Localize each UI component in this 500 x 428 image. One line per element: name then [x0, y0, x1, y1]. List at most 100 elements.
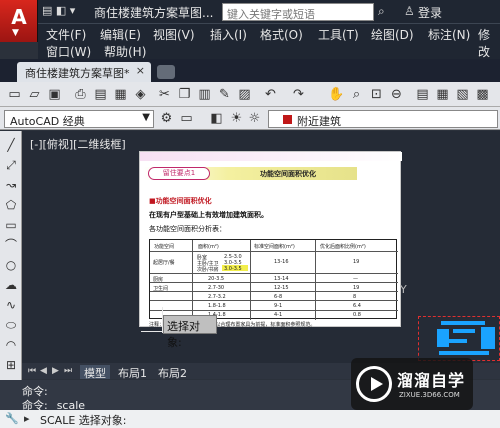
table-cell: 6.4 [353, 303, 361, 309]
table-cell: 13-14 [274, 276, 289, 282]
wrench-icon[interactable]: 🔧 [5, 412, 19, 425]
zoom-realtime-icon[interactable]: ⌕ [348, 86, 365, 103]
workspace-value: AutoCAD 经典 [10, 115, 85, 128]
new-tab-button[interactable] [157, 65, 175, 79]
standard-toolbar: ▭ ▱ ▣ ⎙ ▤ ▦ ◈ ✂ ❐ ▥ ✎ ▨ ↶ ↷ ✋ ⌕ ⊡ ⊖ ▤ ▦ … [0, 82, 500, 107]
chevron-down-icon: ▼ [12, 28, 19, 38]
properties-icon[interactable]: ▤ [414, 86, 431, 103]
insert-block-icon[interactable]: ⊞ [3, 357, 19, 373]
watermark: 溜溜自学 ZIXUE.3D66.COM [351, 358, 473, 410]
match-properties-icon[interactable]: ✎ [216, 86, 233, 103]
table-row-label: 起居厅/餐 [153, 260, 175, 266]
menu-insert[interactable]: 插入(I) [210, 26, 247, 43]
raster-image[interactable]: 留住要点1 功能空间面积优化 ■功能空间面积优化 在现有户型基础上有效增加建筑面… [139, 151, 402, 328]
prev-tab-icon[interactable]: ◀ [40, 366, 49, 376]
new-file-icon[interactable]: ▭ [6, 86, 23, 103]
table-cell: — [353, 276, 358, 282]
pan-icon[interactable]: ✋ [328, 86, 345, 103]
table-cell: 3.0-3.5 [224, 266, 242, 272]
menu-draw[interactable]: 绘图(D) [371, 26, 414, 43]
menu-help[interactable]: 帮助(H) [104, 43, 146, 60]
open-folder-icon[interactable]: ▱ [26, 86, 43, 103]
sun-icon[interactable]: ☼ [246, 110, 263, 127]
menu-view[interactable]: 视图(V) [153, 26, 195, 43]
polygon-tool-icon[interactable]: ⬠ [3, 197, 19, 213]
arc-tool-icon[interactable]: ⌒ [3, 237, 19, 253]
command-input[interactable]: SCALE 选择对象: [40, 412, 126, 428]
table-cell: 19 [353, 285, 360, 291]
ellipse-arc-icon[interactable]: ◠ [3, 337, 19, 353]
menu-dimension[interactable]: 标注(N) [428, 26, 470, 43]
table-cell: 2.7-3.2 [208, 294, 226, 300]
cut-icon[interactable]: ✂ [156, 86, 173, 103]
table-header: 功能空间 [154, 244, 175, 250]
table-cell: 13-16 [274, 259, 289, 265]
revision-cloud-icon[interactable]: ☁ [3, 277, 19, 293]
menu-file[interactable]: 文件(F) [46, 26, 86, 43]
viewport-label[interactable]: [-][俯视][二维线框] [30, 136, 126, 152]
search-input[interactable]: 键入关键字或短语 [222, 3, 374, 21]
table-cell: 4-1 [274, 312, 283, 318]
save-icon[interactable]: ▣ [46, 86, 63, 103]
table-cell: 6-8 [274, 294, 283, 300]
block-editor-icon[interactable]: ▨ [236, 86, 253, 103]
menu-tools[interactable]: 工具(T) [318, 26, 359, 43]
undo-icon[interactable]: ↶ [262, 86, 279, 103]
rectangle-tool-icon[interactable]: ▭ [3, 217, 19, 233]
zoom-window-icon[interactable]: ⊡ [368, 86, 385, 103]
print-preview-icon[interactable]: ▤ [92, 86, 109, 103]
selected-objects[interactable] [418, 316, 500, 361]
search-icon[interactable]: ⌕ [378, 4, 385, 19]
application-menu-button[interactable]: A ▼ [0, 0, 38, 42]
login-button[interactable]: 登录 [418, 4, 442, 21]
layer-select[interactable]: 附近建筑 [268, 110, 498, 128]
construction-line-icon[interactable]: ⤢ [3, 157, 19, 173]
ellipse-tool-icon[interactable]: ⬭ [3, 317, 19, 333]
3d-dwf-icon[interactable]: ◈ [132, 86, 149, 103]
layer-color-swatch [283, 115, 292, 124]
workspace-select[interactable]: AutoCAD 经典 ▼ [4, 110, 154, 128]
gear-icon[interactable]: ⚙ [158, 110, 175, 127]
paste-icon[interactable]: ▥ [196, 86, 213, 103]
user-icon[interactable]: ♙ [404, 4, 415, 18]
tab-drawing[interactable]: 商住楼建筑方案草图* × [17, 62, 151, 82]
sheet-set-icon[interactable]: ▩ [474, 86, 491, 103]
layer-manager-icon[interactable]: ◧ [208, 110, 225, 127]
print-icon[interactable]: ⎙ [72, 86, 89, 103]
redo-icon[interactable]: ↷ [290, 86, 307, 103]
next-tab-icon[interactable]: ▶ [52, 366, 61, 376]
tab-model[interactable]: 模型 [80, 365, 110, 380]
first-tab-icon[interactable]: ⏮ [28, 366, 37, 376]
menu-edit[interactable]: 编辑(E) [100, 26, 141, 43]
line-tool-icon[interactable]: ╱ [3, 137, 19, 153]
tab-layout1[interactable]: 布局1 [114, 365, 151, 380]
table-row-label: 厨房 [153, 277, 164, 283]
zoom-previous-icon[interactable]: ⊖ [388, 86, 405, 103]
paper-header-strip [140, 152, 402, 161]
last-tab-icon[interactable]: ⏭ [64, 366, 73, 376]
workspace-toggle-icon[interactable]: ▭ [178, 110, 195, 127]
menu-window[interactable]: 窗口(W) [46, 43, 91, 60]
tab-layout2[interactable]: 布局2 [154, 365, 191, 380]
menu-format[interactable]: 格式(O) [260, 26, 303, 43]
publish-icon[interactable]: ▦ [112, 86, 129, 103]
window-title: 商住楼建筑方案草图... [94, 6, 214, 20]
drawing-canvas[interactable]: [-][俯视][二维线框] 留住要点1 功能空间面积优化 ■功能空间面积优化 在… [22, 131, 500, 363]
spline-tool-icon[interactable]: ∿ [3, 297, 19, 313]
table-header: 面积(m²) [198, 244, 219, 250]
chevron-down-icon: ▼ [142, 112, 150, 123]
quick-access-toolbar[interactable]: ▤ ◧ ▾ [42, 4, 75, 17]
polyline-tool-icon[interactable]: ↝ [3, 177, 19, 193]
close-icon[interactable]: × [136, 64, 145, 77]
bulb-icon[interactable]: ☀ [228, 110, 245, 127]
menu-modify[interactable]: 修改 [478, 26, 500, 60]
design-center-icon[interactable]: ▦ [434, 86, 451, 103]
document-tab-strip: 商住楼建筑方案草图* × [0, 59, 500, 82]
watermark-title: 溜溜自学 [397, 371, 466, 390]
menu-bar: 文件(F) 编辑(E) 视图(V) 插入(I) 格式(O) 工具(T) 绘图(D… [38, 24, 500, 59]
table-cell: 19 [353, 259, 360, 265]
copy-icon[interactable]: ❐ [176, 86, 193, 103]
tool-palette-icon[interactable]: ▧ [454, 86, 471, 103]
circle-tool-icon[interactable]: ○ [3, 257, 19, 273]
workspace-toolbar: AutoCAD 经典 ▼ ⚙ ▭ ◧ ☀ ☼ 附近建筑 [0, 107, 500, 130]
